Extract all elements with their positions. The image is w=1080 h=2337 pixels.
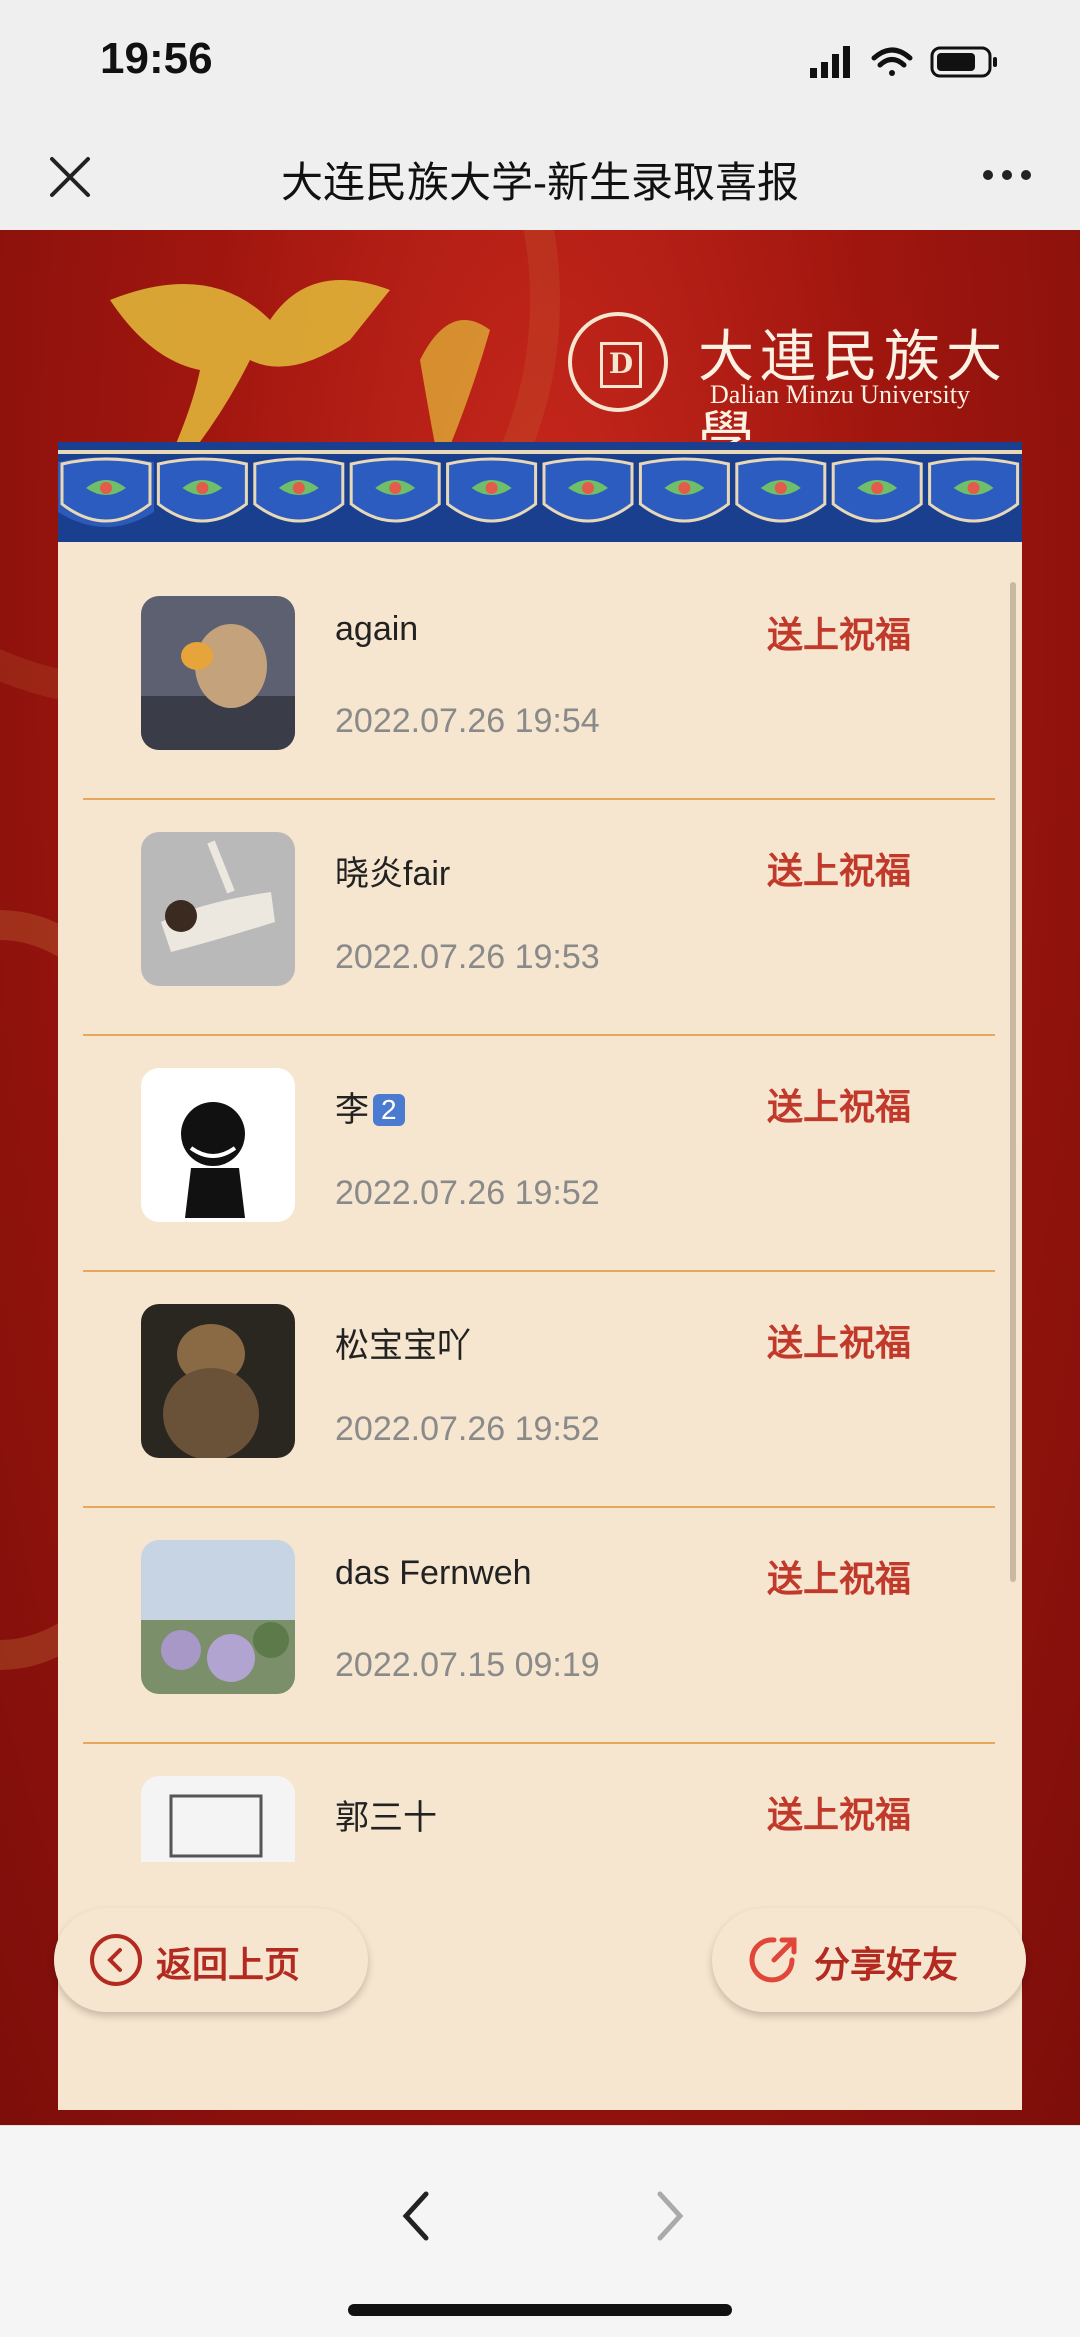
status-bar: 19:56 xyxy=(0,0,1080,125)
timestamp: 2022.07.26 19:54 xyxy=(335,702,600,740)
avatar[interactable] xyxy=(141,1068,295,1222)
send-blessing-button[interactable]: 送上祝福 xyxy=(767,1550,911,1602)
scallop-ornament xyxy=(831,457,923,523)
timestamp: 2022.07.26 19:53 xyxy=(335,938,600,976)
university-seal: D xyxy=(568,312,668,412)
scallop-ornament xyxy=(349,457,441,523)
home-indicator[interactable] xyxy=(348,2304,732,2316)
more-icon[interactable] xyxy=(982,165,1032,185)
blessing-list: again 2022.07.26 19:54 送上祝福 晓炎fair 2022.… xyxy=(58,562,1022,1862)
back-button[interactable]: 返回上页 xyxy=(54,1908,368,2012)
scallop-ornament xyxy=(446,457,538,523)
back-button-label: 返回上页 xyxy=(156,1944,301,1985)
nav-bar: 大连民族大学-新生录取喜报 xyxy=(0,125,1080,231)
user-name: 松宝宝吖 xyxy=(335,1327,471,1365)
logo-english-name: Dalian Minzu University xyxy=(710,380,970,409)
chevron-right-icon[interactable] xyxy=(650,2186,690,2246)
list-item: 晓炎fair 2022.07.26 19:53 送上祝福 xyxy=(83,798,995,1036)
user-name: again xyxy=(335,610,419,648)
battery-icon xyxy=(930,46,997,78)
number-badge: 2 xyxy=(373,1094,405,1126)
page-title: 大连民族大学-新生录取喜报 xyxy=(281,159,799,206)
avatar[interactable] xyxy=(141,1776,295,1862)
list-item: 松宝宝吖 2022.07.26 19:52 送上祝福 xyxy=(83,1270,995,1508)
timestamp: 2022.07.26 19:52 xyxy=(335,1410,600,1448)
avatar[interactable] xyxy=(141,1540,295,1694)
wifi-icon xyxy=(871,47,913,76)
user-name: 晓炎fair xyxy=(335,855,451,893)
send-blessing-button[interactable]: 送上祝福 xyxy=(767,1786,911,1838)
user-name: 郭三十 xyxy=(335,1799,437,1837)
share-button[interactable]: 分享好友 xyxy=(712,1908,1026,2012)
send-blessing-button[interactable]: 送上祝福 xyxy=(767,842,911,894)
list-item: das Fernweh 2022.07.15 09:19 送上祝福 xyxy=(83,1506,995,1744)
list-item: 李2 2022.07.26 19:52 送上祝福 xyxy=(83,1034,995,1272)
back-circle-icon xyxy=(90,1934,142,1986)
timestamp: 2022.07.26 19:52 xyxy=(335,1174,600,1212)
scallop-ornament xyxy=(156,457,248,523)
send-blessing-button[interactable]: 送上祝福 xyxy=(767,1314,911,1366)
scallop-ornament xyxy=(735,457,827,523)
user-name: 李2 xyxy=(335,1082,405,1131)
signal-icon xyxy=(810,46,850,78)
scallop-ornament xyxy=(542,457,634,523)
university-logo: D 大連民族大學 Dalian Minzu University xyxy=(568,312,1028,471)
chevron-left-icon[interactable] xyxy=(396,2186,436,2246)
send-blessing-button[interactable]: 送上祝福 xyxy=(767,606,911,658)
ornamental-border xyxy=(58,442,1022,542)
share-icon xyxy=(749,1937,797,1983)
status-time: 19:56 xyxy=(100,34,213,83)
seal-letter: D xyxy=(600,342,642,388)
avatar[interactable] xyxy=(141,596,295,750)
list-item: 郭三十 送上祝福 xyxy=(83,1742,995,1862)
avatar[interactable] xyxy=(141,832,295,986)
blessing-panel: again 2022.07.26 19:54 送上祝福 晓炎fair 2022.… xyxy=(58,442,1022,2110)
send-blessing-button[interactable]: 送上祝福 xyxy=(767,1078,911,1130)
scallop-ornament xyxy=(60,457,152,523)
list-item: again 2022.07.26 19:54 送上祝福 xyxy=(83,562,995,800)
browser-bottom-bar xyxy=(0,2125,1080,2337)
status-icons xyxy=(810,46,997,78)
user-name: das Fernweh xyxy=(335,1554,532,1592)
share-button-label: 分享好友 xyxy=(814,1944,959,1985)
page-content: D 大連民族大學 Dalian Minzu University again 2… xyxy=(0,230,1080,2125)
timestamp: 2022.07.15 09:19 xyxy=(335,1646,600,1684)
scallop-ornament xyxy=(253,457,345,523)
avatar[interactable] xyxy=(141,1304,295,1458)
scallop-ornament xyxy=(638,457,730,523)
scallop-ornament xyxy=(928,457,1020,523)
